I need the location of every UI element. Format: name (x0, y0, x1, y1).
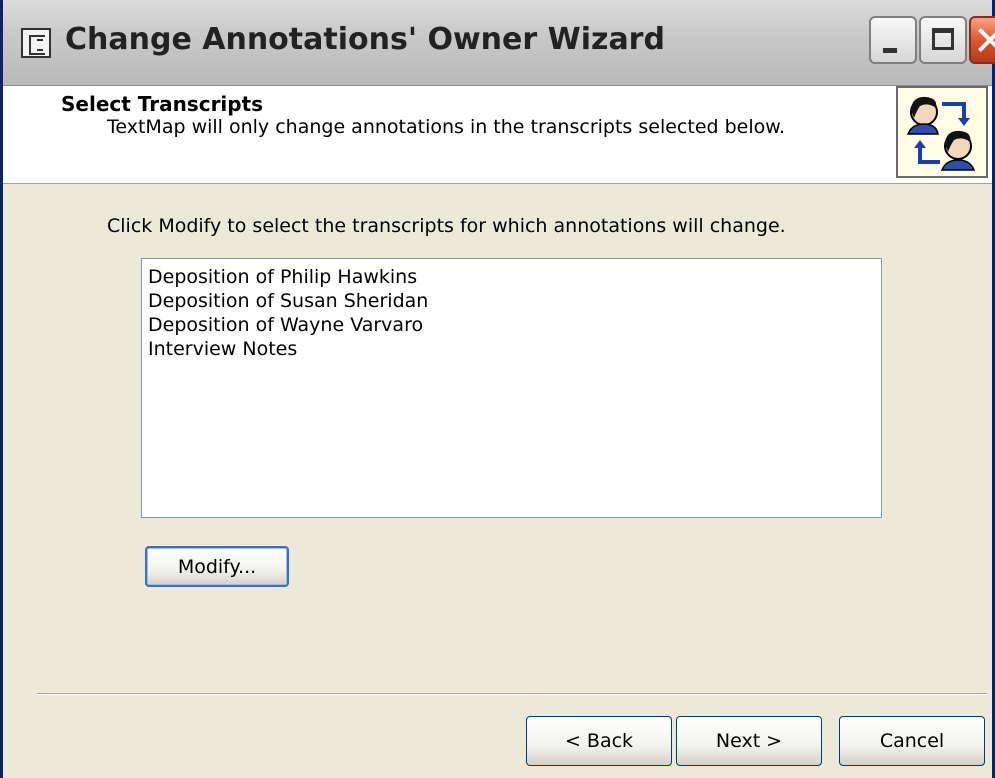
maximize-icon[interactable] (919, 16, 967, 64)
list-item[interactable]: Deposition of Philip Hawkins (148, 265, 875, 289)
cancel-button[interactable]: Cancel (839, 716, 985, 766)
change-owner-icon (896, 86, 988, 178)
modify-button[interactable]: Modify... (145, 546, 289, 587)
list-item[interactable]: Deposition of Susan Sheridan (148, 289, 875, 313)
next-button[interactable]: Next > (676, 716, 822, 766)
back-button[interactable]: < Back (526, 716, 672, 766)
list-item[interactable]: Deposition of Wayne Varvaro (148, 313, 875, 337)
title-bar[interactable]: Change Annotations' Owner Wizard (3, 0, 995, 86)
list-item[interactable]: Interview Notes (148, 337, 875, 361)
close-icon[interactable] (969, 16, 995, 64)
app-icon[interactable] (21, 28, 51, 58)
window-title: Change Annotations' Owner Wizard (65, 22, 665, 57)
wizard-header: Select Transcripts TextMap will only cha… (3, 86, 992, 184)
divider (37, 693, 987, 695)
page-subtitle: TextMap will only change annotations in … (107, 116, 786, 138)
instruction-text: Click Modify to select the transcripts f… (107, 215, 786, 237)
page-title: Select Transcripts (61, 92, 264, 116)
transcripts-listbox[interactable]: Deposition of Philip Hawkins Deposition … (141, 258, 882, 518)
minimize-icon[interactable] (869, 16, 917, 64)
wizard-window: Change Annotations' Owner Wizard Select … (0, 0, 995, 778)
